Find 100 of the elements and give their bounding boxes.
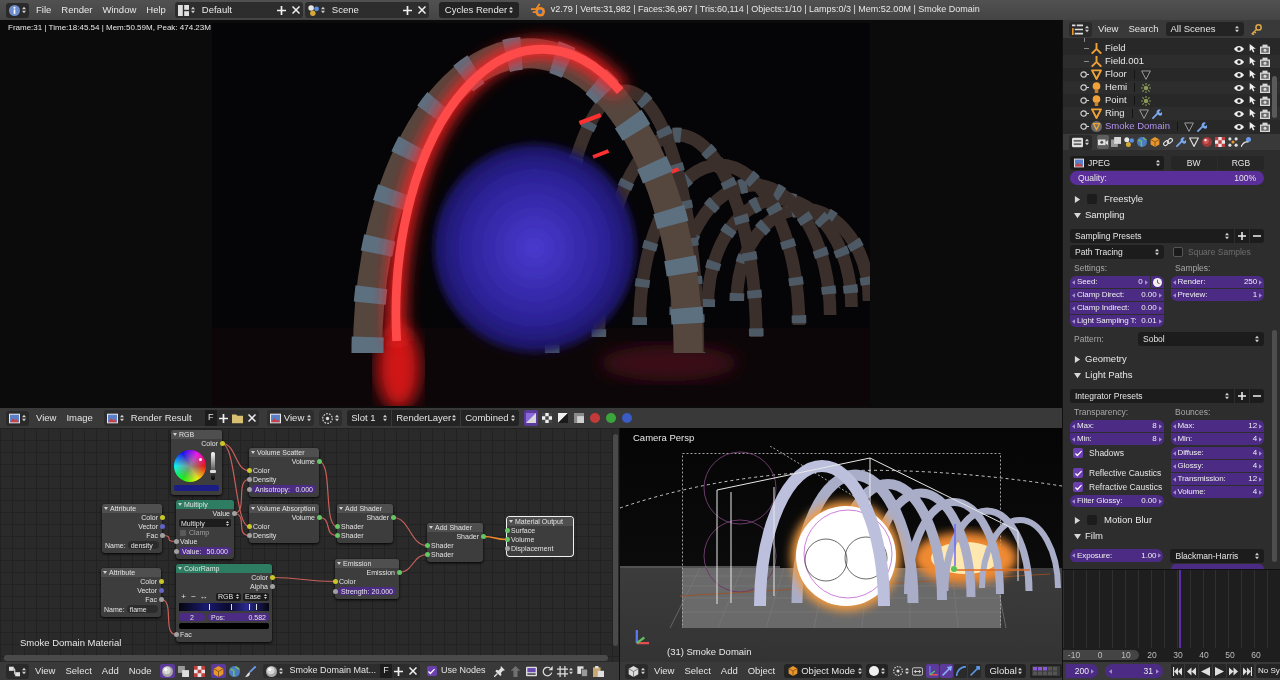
scrollbar[interactable]	[1063, 650, 1139, 660]
manipulator-button[interactable]	[926, 664, 940, 678]
snap-dropdown[interactable]	[555, 664, 574, 678]
editor-type-button[interactable]	[625, 663, 648, 679]
outliner-row[interactable]: Hemi	[1063, 81, 1280, 94]
socket-icon[interactable]	[396, 570, 402, 575]
socket-icon[interactable]	[269, 584, 275, 589]
socket-icon[interactable]	[246, 533, 252, 538]
number-field[interactable]	[1170, 564, 1264, 569]
object-name[interactable]: Field	[1105, 41, 1126, 56]
expand-toggle-icon[interactable]	[1080, 83, 1089, 92]
ramp-tool-button[interactable]: ↔	[199, 592, 208, 601]
properties-tab[interactable]	[1188, 135, 1200, 149]
camera-icon[interactable]	[1260, 121, 1270, 132]
eye-icon[interactable]	[1234, 56, 1244, 67]
manipulator-button[interactable]	[968, 664, 982, 678]
ramp-tool-button[interactable]: +	[179, 592, 188, 601]
pin-button[interactable]	[491, 664, 507, 678]
outliner-row[interactable]: Ring	[1063, 107, 1280, 120]
properties-tab[interactable]	[1136, 135, 1148, 149]
panel-title[interactable]: Film	[1085, 528, 1103, 544]
play-button[interactable]	[1213, 664, 1226, 678]
triangle-right-icon[interactable]	[1074, 195, 1081, 203]
ramp-tool-button[interactable]: −	[189, 592, 198, 601]
menu-item[interactable]: View	[31, 410, 62, 426]
editor-type-button[interactable]	[1069, 21, 1092, 37]
shading-dropdown[interactable]	[866, 664, 889, 678]
menu-item[interactable]: View	[649, 663, 680, 679]
properties-tab[interactable]	[1149, 135, 1161, 149]
panel-title[interactable]: Sampling	[1085, 207, 1125, 223]
socket-icon[interactable]	[246, 477, 252, 482]
color-swatch[interactable]	[174, 485, 219, 491]
number-field[interactable]: Min: 4	[1170, 433, 1264, 445]
object-name[interactable]: Point	[1105, 93, 1127, 108]
render-pass-dropdown[interactable]: Combined	[461, 410, 520, 426]
expand-toggle-icon[interactable]	[1080, 70, 1089, 79]
editor-type-button[interactable]	[6, 410, 29, 426]
scene-name-field[interactable]: Scene	[327, 2, 401, 18]
panel-title[interactable]: Geometry	[1085, 351, 1127, 367]
slot-dropdown[interactable]: Slot 1	[347, 410, 392, 426]
camera-icon[interactable]	[1260, 82, 1270, 93]
camera-icon[interactable]	[1260, 69, 1270, 80]
expand-toggle-icon[interactable]	[1080, 96, 1089, 105]
paste-button[interactable]	[590, 664, 606, 678]
presets-dropdown[interactable]: Sampling Presets	[1070, 229, 1234, 243]
type-button[interactable]	[176, 664, 192, 678]
previous-keyframe-button[interactable]	[1185, 664, 1198, 678]
mode-dropdown[interactable]: Object Mode	[784, 664, 863, 678]
menu-item[interactable]: Object	[742, 663, 781, 679]
expand-toggle-icon[interactable]	[1080, 109, 1089, 118]
render-layer-dropdown[interactable]: RenderLayer	[392, 410, 461, 426]
number-field[interactable]: Clamp Direct: 0.00	[1070, 289, 1164, 301]
triangle-down-icon[interactable]	[1074, 211, 1081, 219]
pattern-dropdown[interactable]: Sobol	[1138, 332, 1264, 346]
layout-name-field[interactable]: Default	[197, 2, 275, 18]
fake-user-button[interactable]: F	[204, 410, 217, 426]
presets-dropdown[interactable]: Integrator Presets	[1070, 389, 1234, 403]
socket-icon[interactable]	[332, 579, 338, 584]
socket-icon[interactable]	[246, 524, 252, 529]
quality-slider[interactable]: Quality: 100%	[1070, 171, 1264, 185]
socket-icon[interactable]	[334, 524, 340, 529]
camera-icon[interactable]	[1260, 56, 1270, 67]
menu-item[interactable]: Select	[679, 663, 716, 679]
checkbox[interactable]	[1073, 448, 1083, 458]
scrollbar[interactable]	[613, 434, 618, 646]
object-name[interactable]: Floor	[1105, 67, 1127, 82]
properties-tab[interactable]	[1227, 135, 1239, 149]
remove-preset-button[interactable]	[1250, 389, 1264, 403]
checkbox[interactable]	[180, 529, 186, 536]
socket-icon[interactable]	[424, 543, 430, 548]
stop-marker-icon[interactable]	[249, 604, 251, 610]
editor-type-button[interactable]	[6, 663, 29, 679]
outliner-row[interactable]: Field.001	[1063, 55, 1280, 68]
backdrop-button[interactable]	[523, 664, 539, 678]
image-name-field[interactable]: Render Result	[126, 410, 205, 426]
material-name-field[interactable]: Smoke Domain Mat...	[286, 664, 380, 678]
number-field[interactable]: Diffuse: 4	[1170, 447, 1264, 459]
number-field[interactable]: Render: 250	[1170, 276, 1264, 288]
eye-icon[interactable]	[1234, 43, 1244, 54]
panel-title[interactable]: Motion Blur	[1104, 512, 1153, 528]
layers-button[interactable]	[1030, 664, 1062, 678]
socket-icon[interactable]	[158, 597, 164, 602]
display-channel-button[interactable]	[572, 410, 587, 426]
socket-icon[interactable]	[332, 588, 338, 594]
keying-button[interactable]	[1249, 22, 1264, 36]
number-field[interactable]: Glossy: 4	[1170, 460, 1264, 472]
socket-icon[interactable]	[219, 441, 225, 446]
manipulator-button[interactable]	[954, 664, 968, 678]
view-dropdown[interactable]: View	[266, 410, 315, 426]
number-field[interactable]: Max: 8	[1070, 420, 1164, 432]
fake-user-button[interactable]: F	[380, 664, 392, 678]
integrator-dropdown[interactable]: Path Tracing	[1070, 245, 1164, 259]
socket-icon[interactable]	[246, 468, 252, 473]
color-mode-button[interactable]: RGB	[1217, 156, 1264, 170]
menu-item[interactable]: Node	[123, 663, 157, 679]
editor-type-button[interactable]	[1069, 134, 1092, 150]
properties-tab[interactable]	[1110, 135, 1122, 149]
checkbox[interactable]	[427, 666, 437, 676]
object-name[interactable]: Smoke Domain	[1105, 119, 1170, 134]
number-field[interactable]: Transmission: 12	[1170, 473, 1264, 485]
